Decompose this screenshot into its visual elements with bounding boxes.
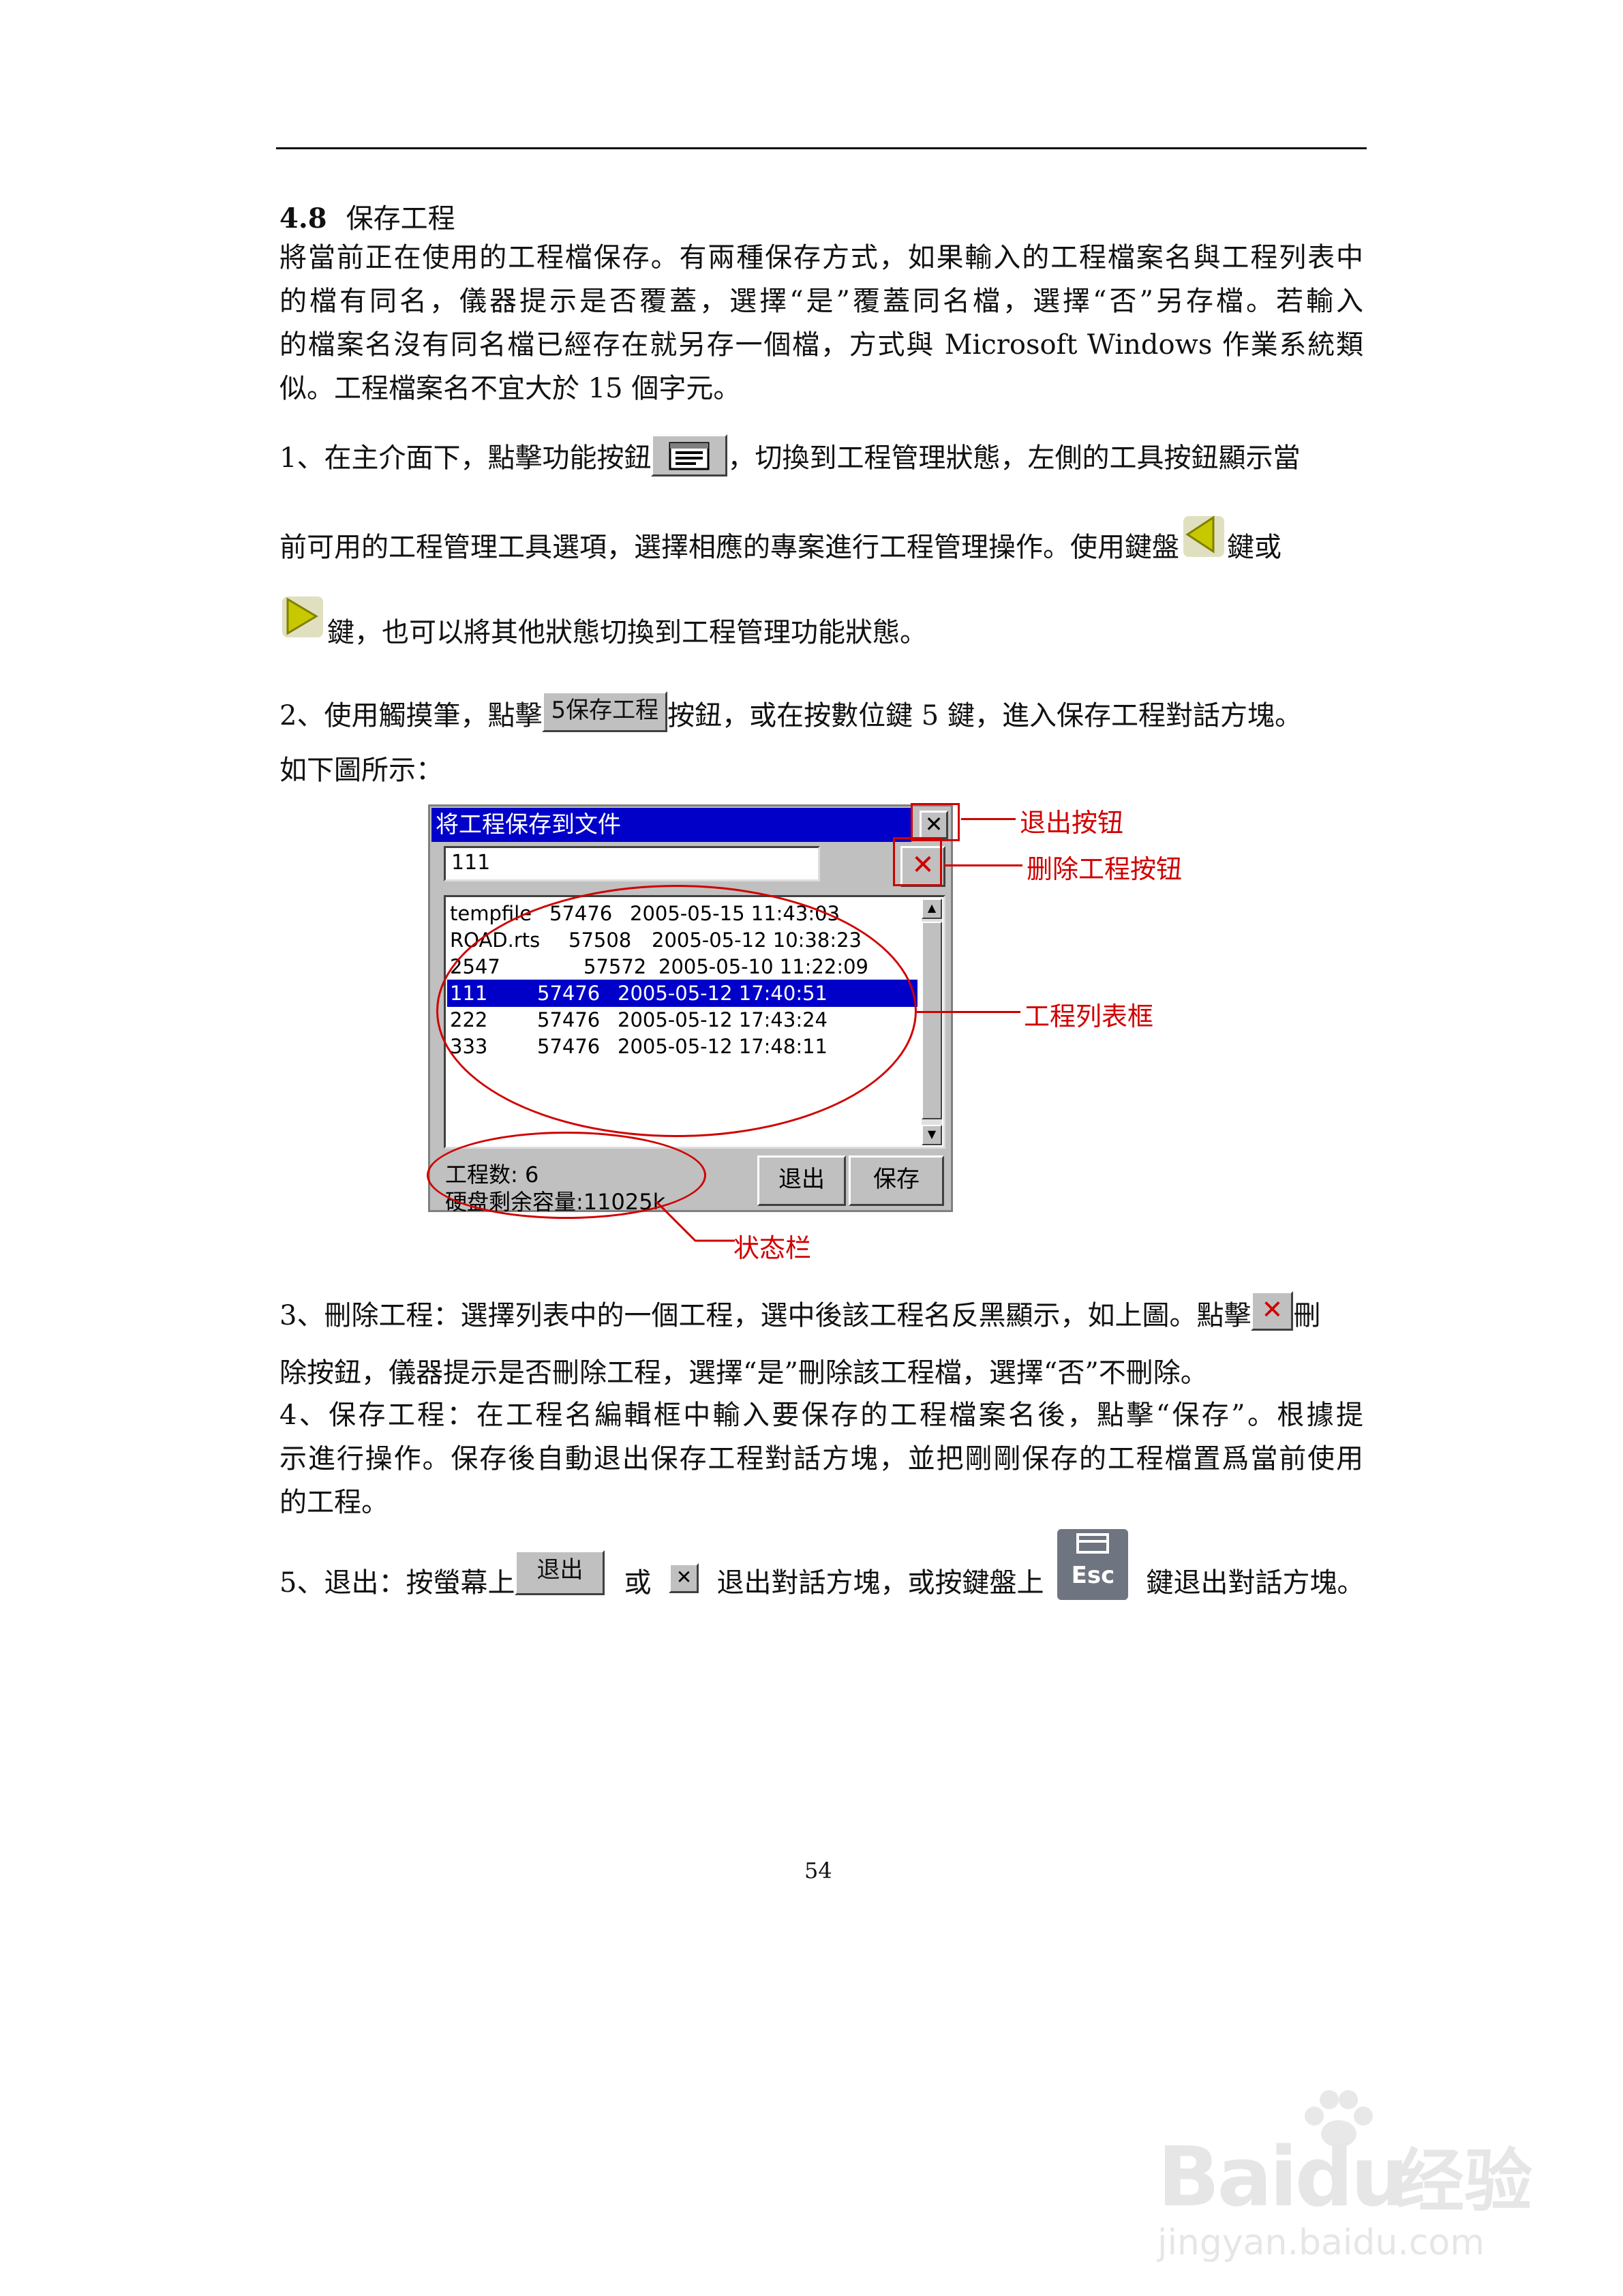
scroll-down-icon[interactable]: ▼: [922, 1125, 942, 1145]
step5-text-a: 5、退出：按螢幕上: [279, 1567, 515, 1599]
delete-button-inline-icon: ✕: [1251, 1291, 1294, 1331]
watermark-cn: 经验: [1396, 2141, 1532, 2221]
watermark-logo: Baidu: [1157, 2130, 1409, 2225]
watermark-url: jingyan.baidu.com: [1157, 2222, 1485, 2263]
list-callout-label: 工程列表框: [1024, 1001, 1154, 1031]
step1-text-d: 鍵或: [1227, 532, 1281, 563]
step4-line-2: 示進行操作。保存後自動退出保存工程對話方塊，並把剛剛保存的工程檔置爲當前使用: [279, 1443, 1363, 1475]
step3-line-2: 除按鈕，儀器提示是否刪除工程，選擇“是”刪除該工程檔，選擇“否”不刪除。: [279, 1357, 1208, 1389]
step2-line-1: 2、使用觸摸筆，點擊 5保存工程 按鈕，或在按數位鍵 5 鍵，進入保存工程對話方塊。: [279, 691, 1363, 736]
exit-button[interactable]: 退出: [757, 1155, 846, 1206]
delete-callout-line: [943, 864, 1022, 866]
save-button[interactable]: 保存: [849, 1155, 944, 1206]
intro-line-3: 的檔案名沒有同名檔已經存在就另存一個檔，方式與 Microsoft Window…: [279, 329, 1363, 361]
exit-callout-label: 退出按钮: [1020, 808, 1124, 838]
step1-text-b: ，切換到工程管理狀態，左側的工具按鈕顯示當: [727, 442, 1301, 474]
left-key-icon: [1179, 512, 1227, 560]
step5-text-d: 鍵退出對話方塊。: [1146, 1567, 1365, 1599]
status-callout-line: [654, 1200, 735, 1242]
section-title: 保存工程: [346, 203, 455, 235]
delete-callout-label: 删除工程按钮: [1027, 854, 1183, 884]
step2-text-a: 2、使用觸摸筆，點擊: [279, 700, 543, 731]
step1-text-c: 前可用的工程管理工具選項，選擇相應的專案進行工程管理操作。使用鍵盤: [279, 532, 1179, 563]
step4-line-1: 4、保存工程：在工程名編輯框中輸入要保存的工程檔案名後，點擊“保存”。根據提: [279, 1400, 1363, 1431]
status-callout-label: 状态栏: [733, 1233, 812, 1263]
step1-line-3: 鍵，也可以將其他狀態切換到工程管理功能狀態。: [279, 596, 1363, 653]
list-highlight-ellipse: [436, 885, 917, 1137]
intro-line-4: 似。工程檔案名不宜大於 15 個字元。: [279, 373, 741, 404]
step3-text-a: 3、刪除工程：選擇列表中的一個工程，選中後該工程名反黑顯示，如上圖。點擊: [279, 1300, 1252, 1331]
exit-button-highlight: [911, 803, 960, 841]
step5-text-c: 退出對話方塊，或按鍵盤上: [716, 1567, 1044, 1599]
step1-text-a: 1、在主介面下，點擊功能按鈕: [279, 442, 652, 474]
project-manager-button-icon: [651, 434, 728, 477]
intro-line-2: 的檔有同名，儀器提示是否覆蓋，選擇“是”覆蓋同名檔，選擇“否”另存檔。若輸入: [279, 286, 1363, 317]
section-number: 4.8: [279, 202, 327, 235]
intro-line-1: 將當前正在使用的工程檔保存。有兩種保存方式，如果輸入的工程檔案名與工程列表中: [279, 242, 1363, 273]
step5-line: 5、退出：按螢幕上 退出或 ✕ 退出對話方塊，或按鍵盤上 Esc 鍵退出對話方塊。: [279, 1529, 1365, 1603]
dialog-title: 将工程保存到文件: [431, 808, 911, 842]
step4-line-3: 的工程。: [279, 1487, 389, 1518]
scroll-up-icon[interactable]: ▲: [922, 898, 942, 919]
list-callout-line: [917, 1011, 1020, 1013]
list-scrollbar[interactable]: ▲ ▼: [922, 898, 942, 1145]
step2-text-b: 按鈕，或在按數位鍵 5 鍵，進入保存工程對話方塊。: [667, 700, 1302, 731]
close-x-inline-icon: ✕: [669, 1563, 699, 1593]
step1-line-2: 前可用的工程管理工具選項，選擇相應的專案進行工程管理操作。使用鍵盤 鍵或: [279, 515, 1363, 568]
exit-callout-line: [961, 818, 1016, 820]
page-number: 54: [804, 1858, 832, 1884]
scroll-thumb[interactable]: [922, 922, 942, 1119]
right-key-icon: [279, 594, 327, 641]
step1-line-1: 1、在主介面下，點擊功能按鈕 ，切換到工程管理狀態，左側的工具按鈕顯示當: [279, 434, 1363, 479]
header-rule: [276, 147, 1367, 149]
delete-button-highlight: [893, 837, 942, 886]
baidu-watermark: Baidu 经验 jingyan.baidu.com: [1151, 2086, 1532, 2263]
step3-text-b: 刪: [1293, 1300, 1321, 1331]
step3-line-1: 3、刪除工程：選擇列表中的一個工程，選中後該工程名反黑顯示，如上圖。點擊 ✕ 刪: [279, 1291, 1363, 1336]
save-project-button-icon: 5保存工程: [542, 691, 668, 732]
step5-text-b: 或: [624, 1567, 652, 1599]
step2-line-2: 如下圖所示：: [279, 755, 443, 786]
step1-text-e: 鍵，也可以將其他狀態切換到工程管理功能狀態。: [327, 617, 927, 648]
exit-button-inline-icon: 退出: [515, 1550, 605, 1595]
project-name-input[interactable]: 111: [444, 846, 820, 881]
esc-key-icon: Esc: [1057, 1529, 1129, 1600]
esc-key-label: Esc: [1071, 1562, 1115, 1589]
section-heading: 4.8 保存工程: [279, 196, 455, 236]
